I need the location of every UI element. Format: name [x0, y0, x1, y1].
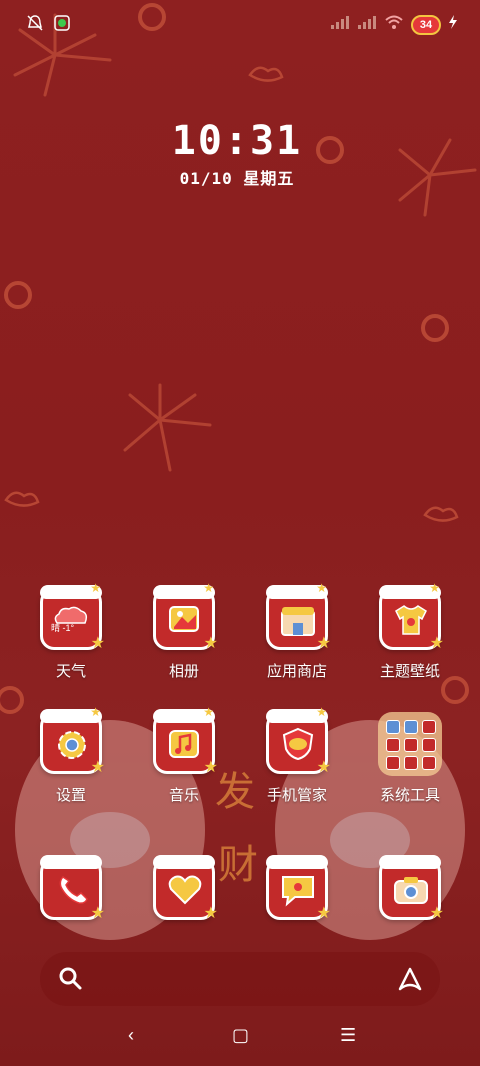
search-bar[interactable] — [40, 952, 440, 1006]
app-label: 主题壁纸 — [379, 663, 440, 680]
back-button[interactable]: ‹ — [128, 1025, 134, 1046]
app-folder-system-tools[interactable]: 系统工具 — [354, 712, 466, 805]
phone-icon: ★ — [40, 855, 105, 922]
app-music[interactable]: ★ ★ 音乐 — [128, 705, 240, 805]
wifi-icon — [384, 14, 404, 35]
wechat-notification-icon — [54, 15, 70, 36]
battery-icon: 34 — [411, 14, 441, 35]
security-icon: ★ ★ — [266, 705, 331, 776]
app-label: 天气 — [55, 663, 86, 680]
camera-icon: ★ — [379, 855, 444, 922]
theme-icon: ★ ★ — [379, 581, 444, 652]
home-button[interactable]: ▢ — [232, 1025, 249, 1046]
mute-bell-icon — [26, 14, 44, 37]
navigation-bar: ‹ ▢ ☰ — [0, 1015, 480, 1059]
app-security[interactable]: ★ ★ 手机管家 — [241, 705, 353, 805]
dock-phone[interactable]: ★ — [15, 855, 127, 922]
status-bar: 34 — [0, 0, 480, 50]
recent-apps-button[interactable]: ☰ — [340, 1025, 356, 1046]
dock-camera[interactable]: ★ — [354, 855, 466, 922]
app-label: 系统工具 — [379, 787, 440, 804]
messages-icon: ★ — [266, 855, 331, 922]
weather-info: 晴 -1° — [51, 623, 75, 633]
music-icon: ★ ★ — [153, 705, 218, 776]
app-store-icon: ★ ★ — [266, 581, 331, 652]
signal-1-icon — [330, 15, 350, 34]
dock-browser[interactable]: ★ — [128, 855, 240, 922]
folder-icon — [378, 712, 442, 776]
app-store[interactable]: ★ ★ 应用商店 — [241, 581, 353, 681]
app-label: 设置 — [55, 787, 86, 804]
app-label: 应用商店 — [266, 663, 327, 680]
app-label: 手机管家 — [266, 787, 327, 804]
browser-icon: ★ — [153, 855, 218, 922]
search-icon[interactable] — [58, 966, 84, 997]
dock-messages[interactable]: ★ — [241, 855, 353, 922]
app-label: 相册 — [168, 663, 199, 680]
settings-gear-icon: ★ ★ — [40, 705, 105, 776]
charging-icon — [448, 15, 458, 34]
app-weather[interactable]: ★ ★ 晴 -1° 天气 — [15, 581, 127, 681]
weather-icon: ★ ★ 晴 -1° — [40, 581, 105, 652]
clock-date[interactable]: 01/10 星期五 — [0, 165, 474, 189]
app-settings[interactable]: ★ ★ 设置 — [15, 705, 127, 805]
signal-2-icon — [357, 15, 377, 34]
assistant-icon[interactable] — [396, 965, 424, 998]
clock-time[interactable]: 10:31 — [0, 118, 474, 164]
app-theme[interactable]: ★ ★ 主题壁纸 — [354, 581, 466, 681]
gallery-icon: ★ ★ — [153, 581, 218, 652]
app-label: 音乐 — [168, 787, 199, 804]
app-gallery[interactable]: ★ ★ 相册 — [128, 581, 240, 681]
